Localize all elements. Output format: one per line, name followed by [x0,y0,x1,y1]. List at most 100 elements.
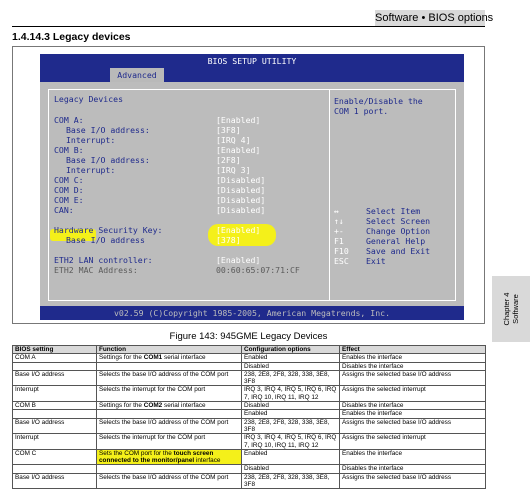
table-cell: Disabled [241,401,340,411]
table-header-row: BIOS setting Function Configuration opti… [12,344,486,355]
legacy-devices-heading: Legacy Devices [54,94,124,104]
table-cell [12,464,97,474]
setting-value[interactable]: [IRQ 3] [216,165,251,175]
table-cell: Base I/O address [12,369,97,387]
setting-label: COM B: [54,145,84,155]
setting-value[interactable]: [Disabled] [216,195,265,205]
table-cell: Enabled [241,409,340,419]
setting-value[interactable]: [3F8] [216,125,241,135]
setting-row-hardware-security-key[interactable]: Hardware Security Key: [Enabled] [54,225,329,235]
setting-row-com-c[interactable]: COM C: [Disabled] [54,175,329,185]
table-row: COM B Settings for the COM2 serial inter… [12,401,486,411]
setting-label: COM C: [54,175,84,185]
setting-row-com-d[interactable]: COM D: [Disabled] [54,185,329,195]
table-cell: Selects the interrupt for the COM port [96,385,242,403]
table-cell: Disables the interface [339,361,486,371]
setting-value[interactable]: [IRQ 4] [216,135,251,145]
setting-row-com-b[interactable]: COM B: [Enabled] [54,145,329,155]
table-cell: Disabled [241,464,340,474]
setting-value[interactable]: [2F8] [216,155,241,165]
help-line: Enable/Disable the [334,96,423,106]
table-cell: Disables the interface [339,464,486,474]
table-row: Interrupt Selects the interrupt for the … [12,433,486,450]
key-description: General Help [366,236,426,246]
table-cell: 238, 2E8, 2F8, 328, 338, 3E8, 3F8 [241,472,340,490]
key-description: Exit [366,256,386,266]
bios-copyright-footer: v02.59 (C)Copyright 1985-2005, American … [113,308,391,318]
table-cell: Assigns the selected base I/O address [339,472,486,490]
setting-label: COM E: [54,195,84,205]
table-cell-highlighted: Sets the COM port for the touch screen c… [96,448,242,466]
help-text: Enable/Disable the COM 1 port. [334,96,423,116]
key-description: Select Screen [366,216,431,226]
setting-row-com-a-interrupt[interactable]: Interrupt: [IRQ 4] [54,135,329,145]
setting-value[interactable]: [Enabled] [216,255,260,265]
table-cell [12,361,97,371]
setting-row-com-b-interrupt[interactable]: Interrupt: [IRQ 3] [54,165,329,175]
setting-value[interactable]: [Enabled] [216,115,260,125]
setting-value[interactable]: [Disabled] [216,205,265,215]
table-cell [12,409,97,419]
table-row: COM A Settings for the COM1 serial inter… [12,353,486,363]
table-row: Disabled Disables the interface [12,464,486,474]
section-title: 1.4.14.3 Legacy devices [12,31,131,43]
table-row: Base I/O address Selects the base I/O ad… [12,417,486,435]
chapter-tab: Chapter 4 Software [492,276,530,342]
table-cell: Enabled [241,448,340,466]
chapter-tab-text: Chapter 4 Software [502,293,520,326]
bios-title: BIOS SETUP UTILITY [207,56,297,66]
setting-value[interactable]: [Disabled] [216,175,265,185]
table-cell: Enables the interface [339,409,486,419]
setting-row-can[interactable]: CAN: [Disabled] [54,205,329,215]
table-cell: IRQ 3, IRQ 4, IRQ 5, IRQ 6, IRQ 7, IRQ 1… [241,385,340,403]
key-description: Change Option [366,226,431,236]
table-cell: Settings for the COM1 serial interface [96,353,242,363]
key-legend-row: ↑↓ Select Screen [334,216,458,226]
table-cell: Selects the base I/O address of the COM … [96,472,242,490]
table-cell: COM A [12,353,97,363]
setting-row-com-b-base-io[interactable]: Base I/O address: [2F8] [54,155,329,165]
key-legend-row: ESC Exit [334,256,458,266]
setting-label: Interrupt: [66,135,116,145]
setting-row-com-e[interactable]: COM E: [Disabled] [54,195,329,205]
table-cell: Interrupt [12,385,97,403]
table-cell [96,464,242,474]
setting-value: 00:60:65:07:71:CF [216,265,300,275]
key-legend-row: ↔ Select Item [334,206,458,216]
table-cell: Selects the base I/O address of the COM … [96,369,242,387]
table-cell: Selects the interrupt for the COM port [96,433,242,450]
bios-panel-divider [329,89,330,301]
key-name: ESC [334,256,349,266]
setting-row-com-a[interactable]: COM A: [Enabled] [54,115,329,125]
table-cell: COM C [12,448,97,466]
table-row: Disabled Disables the interface [12,361,486,371]
table-cell: Assigns the selected base I/O address [339,369,486,387]
table-cell: 238, 2E8, 2F8, 328, 338, 3E8, 3F8 [241,369,340,387]
setting-value[interactable]: [Enabled] [216,225,260,235]
setting-value[interactable]: [378] [216,235,241,245]
setting-row-eth2-mac: ETH2 MAC Address: 00:60:65:07:71:CF [54,265,329,275]
table-cell [96,409,242,419]
setting-label: COM D: [54,185,84,195]
setting-value[interactable]: [Disabled] [216,185,265,195]
setting-label: Base I/O address: [66,125,150,135]
key-description: Select Item [366,206,421,216]
table-cell: Enabled [241,353,340,363]
setting-label: Base I/O address: [66,155,150,165]
key-description: Save and Exit [366,246,431,256]
setting-row-com-a-base-io[interactable]: Base I/O address: [3F8] [54,125,329,135]
table-cell: Enables the interface [339,448,486,466]
setting-value[interactable]: [Enabled] [216,145,260,155]
bios-settings-table: BIOS setting Function Configuration opti… [12,344,486,490]
setting-row-eth2-lan[interactable]: ETH2 LAN controller: [Enabled] [54,255,329,265]
tab-advanced[interactable]: Advanced [110,68,164,82]
table-cell: Base I/O address [12,472,97,490]
setting-label: CAN: [54,205,74,215]
key-legend-row: F10 Save and Exit [334,246,458,256]
setting-label: Interrupt: [66,165,116,175]
setting-row-hsk-base-io[interactable]: Base I/O address [378] [54,235,329,245]
table-cell: Interrupt [12,433,97,450]
table-cell: Disables the interface [339,401,486,411]
column-header: BIOS setting [12,344,97,355]
table-row: Base I/O address Selects the base I/O ad… [12,369,486,387]
